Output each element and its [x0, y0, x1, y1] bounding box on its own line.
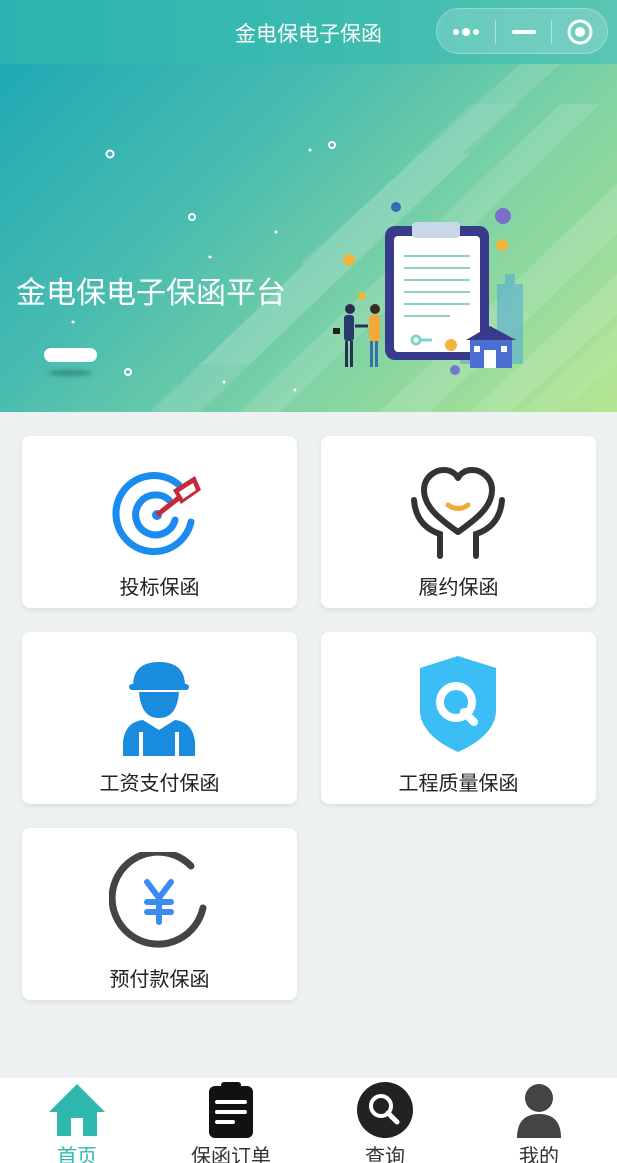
- bottom-tab-bar: 首页 保函订单 查询 我的: [0, 1078, 617, 1163]
- card-bid-guarantee[interactable]: 投标保函: [22, 436, 297, 608]
- card-label: 预付款保函: [109, 969, 210, 991]
- close-button[interactable]: [551, 9, 608, 55]
- card-quality-guarantee[interactable]: 工程质量保函: [321, 632, 596, 804]
- banner-title: 金电保电子保函平台: [16, 277, 286, 310]
- card-performance-guarantee[interactable]: 履约保函: [321, 436, 596, 608]
- card-label: 工程质量保函: [398, 773, 519, 795]
- target-arrow-icon: [112, 472, 201, 556]
- mini-program-capsule: [436, 8, 608, 54]
- search-icon: [357, 1082, 413, 1138]
- card-label: 工资支付保函: [99, 773, 220, 795]
- tab-label: 查询: [365, 1146, 405, 1163]
- tab-orders[interactable]: 保函订单: [154, 1078, 308, 1163]
- home-icon: [49, 1084, 105, 1136]
- quality-shield-icon: [420, 656, 496, 752]
- heart-hands-icon: [411, 467, 505, 559]
- banner-indicator: [44, 348, 97, 362]
- card-wage-payment-guarantee[interactable]: 工资支付保函: [22, 632, 297, 804]
- tab-label: 我的: [519, 1146, 559, 1163]
- tab-search[interactable]: 查询: [308, 1078, 462, 1163]
- navbar: 金电保电子保函: [0, 0, 617, 64]
- user-icon: [517, 1084, 561, 1138]
- target-close-icon: [567, 19, 592, 45]
- tab-label: 首页: [57, 1146, 97, 1163]
- minus-icon: [511, 30, 536, 34]
- more-dots-icon: [452, 28, 479, 36]
- card-label: 投标保函: [119, 577, 200, 599]
- tab-label: 保函订单: [191, 1146, 271, 1163]
- hero-banner[interactable]: 金电保电子保函平台: [0, 64, 617, 412]
- card-advance-payment-guarantee[interactable]: 预付款保函: [22, 828, 297, 1000]
- tab-home[interactable]: 首页: [0, 1078, 154, 1163]
- card-label: 履约保函: [418, 577, 499, 599]
- tab-profile[interactable]: 我的: [462, 1078, 616, 1163]
- more-button[interactable]: [437, 9, 494, 55]
- minimize-button[interactable]: [495, 9, 552, 55]
- worker-icon: [123, 662, 195, 756]
- yen-circle-icon: [109, 852, 207, 948]
- order-clipboard-icon: [209, 1082, 253, 1138]
